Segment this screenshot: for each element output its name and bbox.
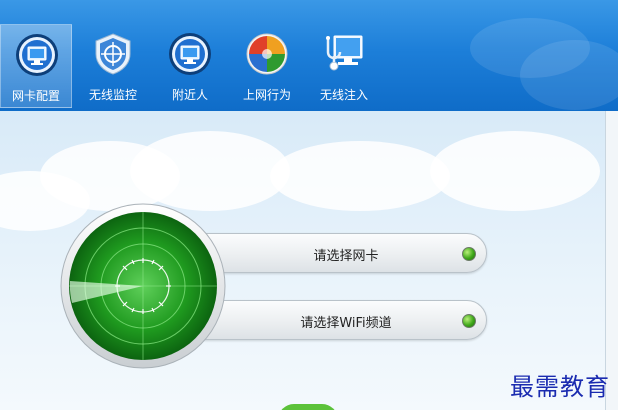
tab-label: 网卡配置 xyxy=(11,89,60,103)
tab-label: 无线注入 xyxy=(319,88,368,102)
select-channel-label: 请选择WiFi频道 xyxy=(300,316,392,331)
stethoscope-monitor-icon xyxy=(326,35,363,71)
status-indicator xyxy=(462,247,476,261)
windows-logo-icon xyxy=(246,33,288,75)
main-panel: 请选择网卡 请选择WiFi频道 最需教育 xyxy=(0,111,618,410)
background-cloud xyxy=(270,141,450,211)
tab-nearby-people[interactable]: 附近人 xyxy=(154,24,226,108)
vertical-scrollbar[interactable] xyxy=(605,111,618,410)
tab-label: 无线监控 xyxy=(88,88,137,102)
tab-wireless-injection[interactable]: 无线注入 xyxy=(308,24,380,108)
tab-internet-behavior[interactable]: 上网行为 xyxy=(231,24,303,108)
shield-icon xyxy=(95,33,131,75)
tab-wireless-monitor[interactable]: 无线监控 xyxy=(77,24,149,108)
tab-nic-config[interactable]: 网卡配置 xyxy=(0,24,72,108)
tab-label: 上网行为 xyxy=(242,88,291,102)
select-nic-label: 请选择网卡 xyxy=(313,249,379,264)
monitor-icon xyxy=(16,34,58,76)
monitor-icon xyxy=(169,33,211,75)
top-toolbar: 网卡配置 无线监控 附近人 上网行为 无线注入 xyxy=(0,0,618,111)
background-cloud xyxy=(130,131,290,211)
tab-label: 附近人 xyxy=(171,88,208,102)
select-nic-button[interactable]: 请选择网卡 xyxy=(185,233,487,273)
select-channel-button[interactable]: 请选择WiFi频道 xyxy=(185,300,487,340)
start-button-partial[interactable] xyxy=(278,404,338,410)
radar-scan-widget[interactable] xyxy=(60,203,226,369)
status-indicator xyxy=(462,314,476,328)
watermark-text: 最需教育 xyxy=(510,373,610,401)
background-cloud xyxy=(520,40,618,110)
background-cloud xyxy=(430,131,600,211)
